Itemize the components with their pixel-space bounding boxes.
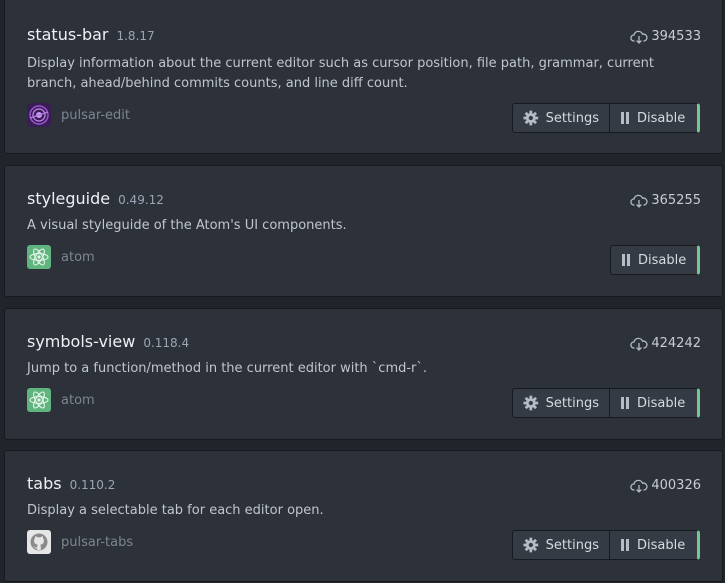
package-card-tabs[interactable]: tabs 0.110.2 400326 Display a selectable…	[4, 450, 723, 582]
pause-icon	[620, 112, 630, 124]
cloud-download-icon	[630, 479, 648, 493]
atom-logo-icon	[27, 245, 51, 269]
package-owner[interactable]: pulsar-tabs	[27, 530, 133, 554]
package-description: Jump to a function/method in the current…	[27, 361, 428, 376]
gear-icon	[523, 395, 539, 411]
settings-label: Settings	[545, 110, 599, 126]
disable-button[interactable]: Disable	[610, 103, 700, 133]
owner-name[interactable]: atom	[61, 393, 95, 408]
owner-name[interactable]: atom	[61, 250, 95, 265]
package-actions: Disable	[610, 245, 700, 275]
cloud-download-icon	[630, 194, 648, 208]
disable-button[interactable]: Disable	[610, 245, 700, 275]
settings-label: Settings	[545, 537, 599, 553]
settings-button[interactable]: Settings	[512, 388, 610, 418]
package-card-styleguide[interactable]: styleguide 0.49.12 365255 A visual style…	[4, 165, 723, 297]
download-count: 365255	[630, 193, 701, 208]
disable-button[interactable]: Disable	[610, 530, 700, 560]
package-card-status-bar[interactable]: status-bar 1.8.17 394533 Display informa…	[4, 0, 723, 154]
cloud-download-icon	[630, 30, 648, 44]
disable-button[interactable]: Disable	[610, 388, 700, 418]
owner-name[interactable]: pulsar-edit	[61, 108, 130, 123]
package-description: Display information about the current ed…	[27, 56, 654, 91]
disable-label: Disable	[637, 395, 686, 411]
download-count-value: 424242	[651, 336, 701, 351]
download-count: 394533	[630, 29, 701, 44]
package-description: A visual styleguide of the Atom's UI com…	[27, 218, 347, 233]
gear-icon	[523, 537, 539, 553]
cloud-download-icon	[630, 337, 648, 351]
package-title: status-bar 1.8.17	[27, 25, 155, 49]
package-actions: Settings Disable	[512, 103, 700, 133]
download-count-value: 365255	[651, 193, 701, 208]
pause-icon	[620, 397, 630, 409]
package-owner[interactable]: atom	[27, 245, 95, 269]
settings-button[interactable]: Settings	[512, 103, 610, 133]
package-description: Display a selectable tab for each editor…	[27, 503, 324, 518]
package-list: status-bar 1.8.17 394533 Display informa…	[0, 0, 725, 583]
owner-name[interactable]: pulsar-tabs	[61, 535, 133, 550]
package-name[interactable]: symbols-view	[27, 332, 135, 351]
package-version: 0.110.2	[69, 478, 116, 492]
package-actions: Settings Disable	[512, 388, 700, 418]
disable-label: Disable	[637, 110, 686, 126]
disable-label: Disable	[637, 537, 686, 553]
package-title: styleguide 0.49.12	[27, 189, 164, 213]
package-name[interactable]: status-bar	[27, 25, 108, 44]
github-logo-icon	[27, 530, 51, 554]
pause-icon	[621, 254, 631, 266]
package-title: symbols-view 0.118.4	[27, 332, 189, 356]
package-version: 0.49.12	[118, 193, 164, 207]
package-actions: Settings Disable	[512, 530, 700, 560]
download-count-value: 394533	[651, 29, 701, 44]
package-owner[interactable]: pulsar-edit	[27, 103, 130, 127]
download-count-value: 400326	[651, 478, 701, 493]
package-owner[interactable]: atom	[27, 388, 95, 412]
gear-icon	[523, 110, 539, 126]
package-name[interactable]: styleguide	[27, 189, 110, 208]
download-count: 400326	[630, 478, 701, 493]
settings-label: Settings	[545, 395, 599, 411]
atom-logo-icon	[27, 388, 51, 412]
package-title: tabs 0.110.2	[27, 474, 115, 498]
pulsar-logo-icon	[27, 103, 51, 127]
package-version: 1.8.17	[116, 29, 155, 43]
package-version: 0.118.4	[143, 336, 190, 350]
package-name[interactable]: tabs	[27, 474, 62, 493]
download-count: 424242	[630, 336, 701, 351]
pause-icon	[620, 539, 630, 551]
package-card-symbols-view[interactable]: symbols-view 0.118.4 424242 Jump to a fu…	[4, 308, 723, 440]
settings-button[interactable]: Settings	[512, 530, 610, 560]
disable-label: Disable	[638, 252, 687, 268]
